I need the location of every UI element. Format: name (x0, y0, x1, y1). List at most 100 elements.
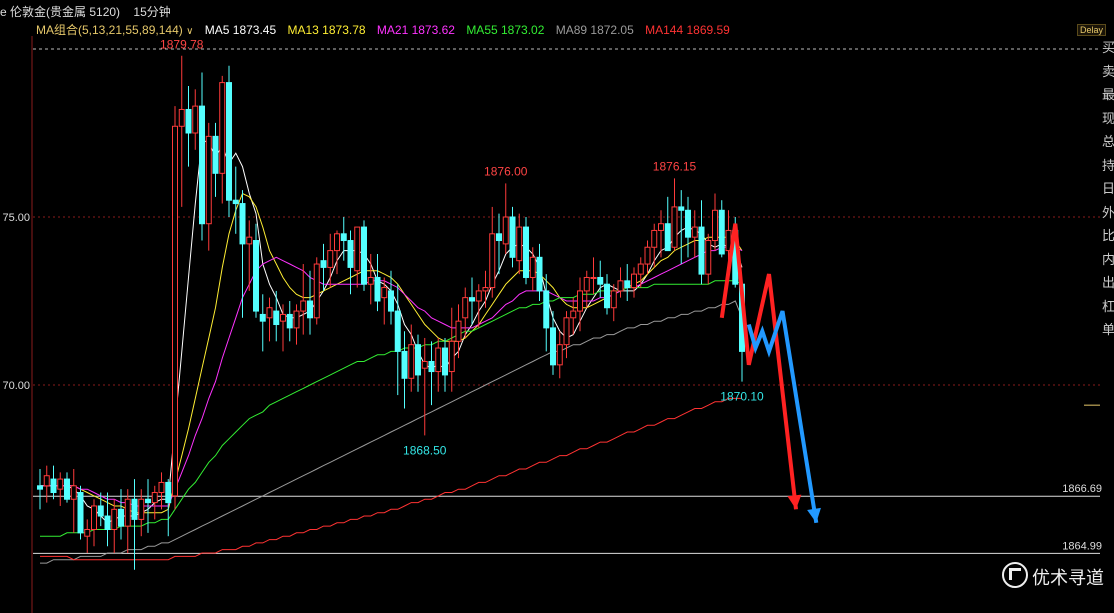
candle-body (226, 82, 232, 201)
side-panel-item[interactable] (1102, 342, 1114, 366)
candle-body (124, 498, 131, 527)
candle-body (151, 492, 158, 504)
candle-body (394, 310, 401, 352)
candle-body (597, 276, 604, 285)
candle-body (421, 360, 428, 369)
ma-legend: MA组合(5,13,21,55,89,144) ∨ MA5 1873.45 MA… (36, 21, 738, 38)
symbol-market: (贵金属 5120) (46, 5, 121, 19)
candle-body (691, 226, 698, 238)
candle-body (428, 360, 435, 373)
candle-body (523, 226, 529, 278)
symbol-title[interactable]: e 伦敦金(贵金属 5120) 15分钟 (0, 3, 171, 20)
extrema-price-label: 1876.15 (653, 159, 697, 173)
candle-body (516, 226, 523, 262)
extrema-price-label: 1870.10 (720, 390, 764, 404)
candle-body (178, 108, 185, 127)
candle-body (705, 240, 712, 275)
candle-body (489, 233, 496, 289)
candle-body (266, 307, 273, 319)
side-panel-item[interactable]: 卖 (1102, 60, 1114, 84)
candle-body (469, 297, 475, 302)
candle-body (448, 340, 455, 373)
side-panel-item[interactable]: 出 (1102, 271, 1114, 295)
chevron-down-icon: ∨ (186, 26, 194, 37)
candle-body (718, 209, 725, 255)
side-panel-item[interactable]: 杠 (1102, 295, 1114, 319)
side-panel-item[interactable]: 内 (1102, 248, 1114, 272)
candle-body (543, 290, 550, 329)
candle-body (509, 216, 516, 258)
candle-body (253, 240, 259, 312)
candle-body (300, 300, 307, 312)
side-panel-item[interactable]: 买 (1102, 36, 1114, 60)
side-panel-item[interactable] (1102, 412, 1114, 436)
candle-body (77, 492, 84, 534)
candle-body (185, 108, 192, 134)
candle-body (361, 226, 367, 285)
level-price-label: 1864.99 (1062, 540, 1102, 552)
watermark: 优术寻道 (1002, 562, 1104, 590)
candle-body (37, 485, 43, 490)
side-panel-item[interactable]: 持 (1102, 154, 1114, 178)
candle-body (286, 313, 293, 329)
brand-logo-icon (1002, 562, 1028, 588)
candle-body (637, 263, 644, 275)
y-tick-label: 75.00 (2, 212, 30, 224)
candle-body (293, 310, 300, 329)
candle-body (165, 481, 172, 504)
candle-body (556, 344, 563, 366)
side-panel-item[interactable]: 日 (1102, 177, 1114, 201)
candle-body (685, 209, 691, 238)
candle-body (583, 276, 590, 292)
candle-body (104, 515, 111, 530)
y-tick-label: 70.00 (2, 380, 30, 392)
candle-body (367, 276, 374, 285)
side-panel-item[interactable]: 比 (1102, 224, 1114, 248)
candle-body (347, 240, 354, 268)
candle-body (232, 199, 239, 205)
candle-body (698, 226, 705, 275)
candle-body (327, 250, 334, 268)
extrema-price-label: 1876.00 (484, 164, 528, 178)
candle-body (678, 206, 685, 211)
candle-body (617, 280, 624, 292)
candle-body (64, 478, 70, 500)
candle-body (577, 290, 583, 312)
side-panel-item[interactable]: 外 (1102, 201, 1114, 225)
candle-body (97, 505, 104, 517)
candle-body (536, 256, 543, 292)
candle-body (381, 287, 388, 299)
ma-group-label[interactable]: MA组合(5,13,21,55,89,144) ∨ (36, 23, 193, 37)
side-panel-item[interactable]: 最 (1102, 83, 1114, 107)
candle-body (205, 135, 212, 225)
candle (313, 257, 320, 325)
candle-body (408, 344, 415, 379)
quote-side-panel[interactable]: 买卖最现总持日外比内出杠单 (1102, 36, 1114, 436)
side-panel-item[interactable]: 单 (1102, 318, 1114, 342)
side-panel-item[interactable]: 现 (1102, 107, 1114, 131)
candle-body (482, 287, 489, 292)
candle-body (563, 317, 570, 346)
candle-body (340, 233, 347, 242)
kline-chart[interactable]: 75.00 70.00 1866.69 1864.99 1879.78 1876.00 1… (0, 0, 1114, 613)
extrema-price-label: 1879.78 (160, 37, 204, 51)
candle-body (145, 498, 151, 504)
candle-body (212, 135, 219, 174)
candle-body (671, 206, 678, 248)
candle-body (604, 283, 610, 309)
candle-body (172, 125, 178, 497)
candle-body (550, 327, 556, 366)
side-panel-item[interactable]: 总 (1102, 130, 1114, 154)
candle-body (712, 209, 718, 242)
candle-body (631, 273, 637, 289)
ma55-value: MA55 1873.02 (466, 23, 545, 37)
period-selector[interactable]: 15分钟 (133, 5, 170, 19)
candle-body (70, 485, 77, 500)
side-panel-item[interactable] (1102, 365, 1114, 389)
candle-body (502, 216, 509, 245)
side-panel-item[interactable] (1102, 389, 1114, 413)
candle-body (624, 280, 631, 289)
candle-body (313, 263, 320, 319)
candle-body (658, 223, 664, 231)
candle-body (57, 478, 64, 490)
